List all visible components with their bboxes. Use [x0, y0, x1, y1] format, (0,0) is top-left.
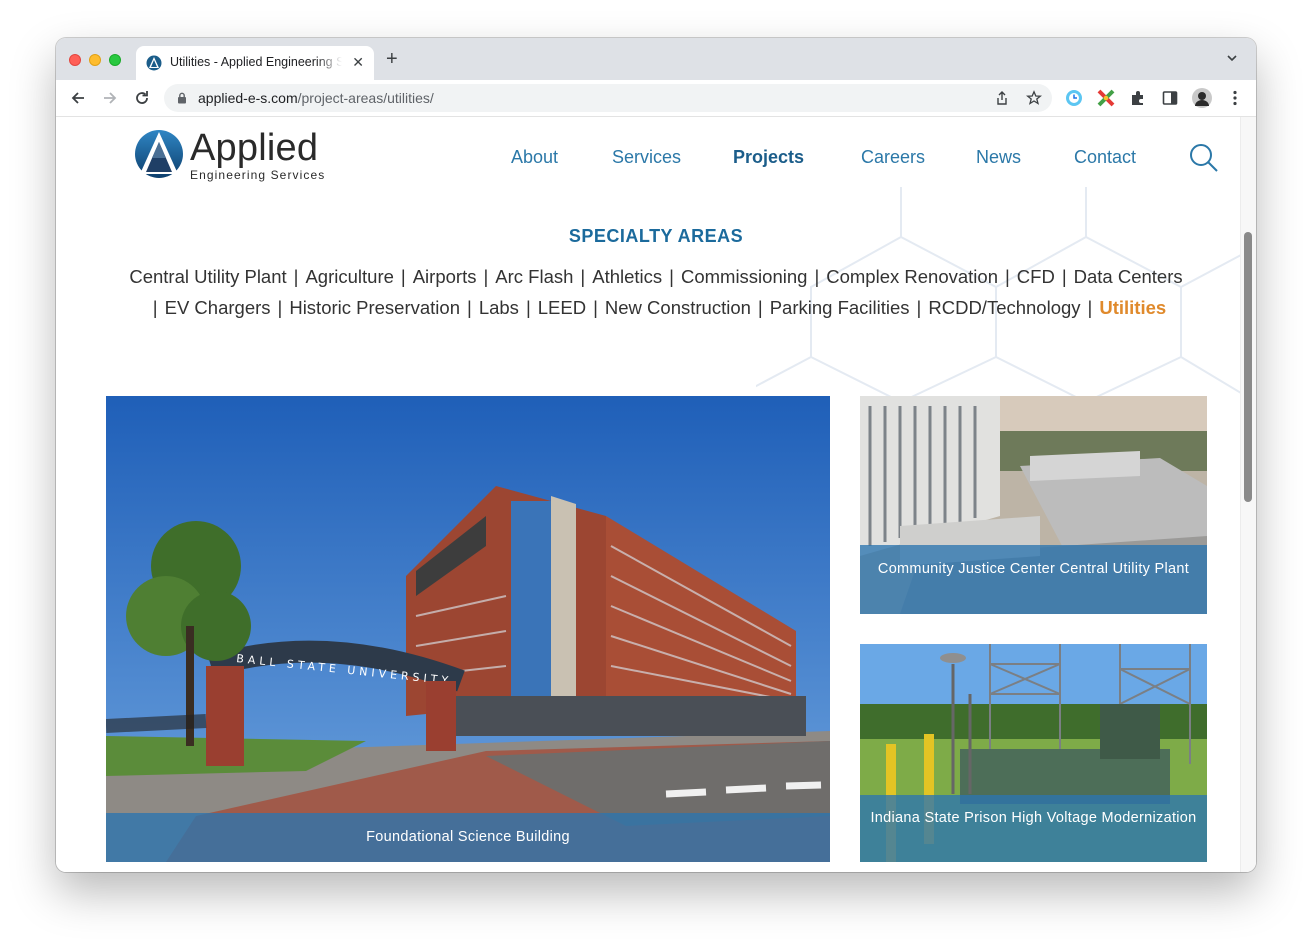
- share-icon[interactable]: [994, 90, 1010, 106]
- project-card-community-justice-center[interactable]: Community Justice Center Central Utility…: [860, 396, 1207, 614]
- specialty-areas-heading: SPECIALTY AREAS: [568, 226, 744, 246]
- specialty-data-centers[interactable]: Data Centers: [1074, 266, 1183, 287]
- tab-title: Utilities - Applied Engineering Services: [170, 55, 342, 69]
- new-tab-button[interactable]: +: [386, 49, 398, 69]
- specialty-parking-facilities[interactable]: Parking Facilities: [770, 297, 910, 318]
- specialty-commissioning[interactable]: Commissioning: [681, 266, 807, 287]
- specialty-historic-preservation[interactable]: Historic Preservation: [289, 297, 460, 318]
- specialty-list-line-1: Central Utility Plant | Agriculture | Airpor…: [129, 266, 1183, 287]
- project-title[interactable]: Indiana State Prison High Voltage Modern…: [860, 795, 1207, 862]
- minimize-window-button[interactable]: [89, 54, 101, 66]
- browser-window: Utilities - Applied Engineering Services…: [56, 38, 1256, 872]
- specialty-new-construction[interactable]: New Construction: [605, 297, 751, 318]
- specialty-agriculture[interactable]: Agriculture: [305, 266, 393, 287]
- tab-close-icon[interactable]: ✕: [352, 54, 364, 71]
- specialty-arc-flash[interactable]: Arc Flash: [495, 266, 573, 287]
- specialty-labs[interactable]: Labs: [479, 297, 519, 318]
- project-title[interactable]: Community Justice Center Central Utility…: [860, 545, 1207, 614]
- specialty-complex-renovation[interactable]: Complex Renovation: [826, 266, 998, 287]
- maximize-window-button[interactable]: [109, 54, 121, 66]
- specialty-central-utility-plant[interactable]: Central Utility Plant: [129, 266, 286, 287]
- browser-toolbar: applied-e-s.com/project-areas/utilities/: [56, 80, 1256, 117]
- nav-news[interactable]: News: [976, 147, 1021, 168]
- extensions-puzzle-icon[interactable]: [1129, 89, 1147, 107]
- company-logo[interactable]: Applied Engineering Services: [134, 128, 334, 184]
- specialty-athletics[interactable]: Athletics: [592, 266, 662, 287]
- address-bar[interactable]: applied-e-s.com/project-areas/utilities/: [164, 84, 1052, 112]
- project-card-indiana-state-prison[interactable]: Indiana State Prison High Voltage Modern…: [860, 644, 1207, 862]
- project-card-foundational-science[interactable]: BALL STATE UNIVERSITY Foundational Scien…: [106, 396, 830, 862]
- specialty-airports[interactable]: Airports: [413, 266, 477, 287]
- browser-menu-kebab-icon[interactable]: [1226, 89, 1244, 107]
- project-photo-science-building: BALL STATE UNIVERSITY: [106, 396, 830, 862]
- forward-arrow-icon[interactable]: [100, 88, 120, 108]
- logo-wordmark: Applied: [190, 127, 319, 169]
- logo-subtitle: Engineering Services: [190, 168, 326, 182]
- close-window-button[interactable]: [69, 54, 81, 66]
- search-icon[interactable]: [1189, 143, 1219, 173]
- profile-avatar-icon[interactable]: [1192, 88, 1212, 108]
- tab-search-chevron-icon[interactable]: [1226, 52, 1238, 64]
- specialty-leed[interactable]: LEED: [538, 297, 586, 318]
- bookmark-star-icon[interactable]: [1026, 90, 1042, 106]
- web-page: Applied Engineering Services About Servi…: [56, 117, 1256, 872]
- browser-tab-active[interactable]: Utilities - Applied Engineering Services…: [136, 46, 374, 80]
- url-text[interactable]: applied-e-s.com/project-areas/utilities/: [198, 90, 434, 106]
- specialty-list-line-2: | EV Chargers | Historic Preservation | Labs |…: [152, 297, 1167, 318]
- extension-clock-icon[interactable]: [1065, 89, 1083, 107]
- site-favicon-icon: [146, 55, 162, 71]
- side-panel-icon[interactable]: [1161, 89, 1179, 107]
- vertical-scrollbar[interactable]: [1240, 117, 1256, 872]
- reload-icon[interactable]: [132, 88, 152, 108]
- lock-icon[interactable]: [176, 92, 188, 104]
- nav-contact[interactable]: Contact: [1074, 147, 1136, 168]
- nav-about[interactable]: About: [511, 147, 558, 168]
- scrollbar-thumb[interactable]: [1244, 232, 1252, 502]
- nav-projects[interactable]: Projects: [733, 147, 804, 168]
- specialty-utilities-current[interactable]: Utilities: [1099, 297, 1166, 318]
- logo-mark-icon: [135, 130, 183, 178]
- specialty-ev-chargers[interactable]: EV Chargers: [165, 297, 271, 318]
- specialty-rcdd-technology[interactable]: RCDD/Technology: [928, 297, 1080, 318]
- back-arrow-icon[interactable]: [68, 88, 88, 108]
- extension-cross-icon[interactable]: [1097, 89, 1115, 107]
- nav-services[interactable]: Services: [612, 147, 681, 168]
- specialty-cfd[interactable]: CFD: [1017, 266, 1055, 287]
- project-title[interactable]: Foundational Science Building: [106, 813, 830, 862]
- nav-careers[interactable]: Careers: [861, 147, 925, 168]
- tab-strip: Utilities - Applied Engineering Services…: [56, 38, 1256, 80]
